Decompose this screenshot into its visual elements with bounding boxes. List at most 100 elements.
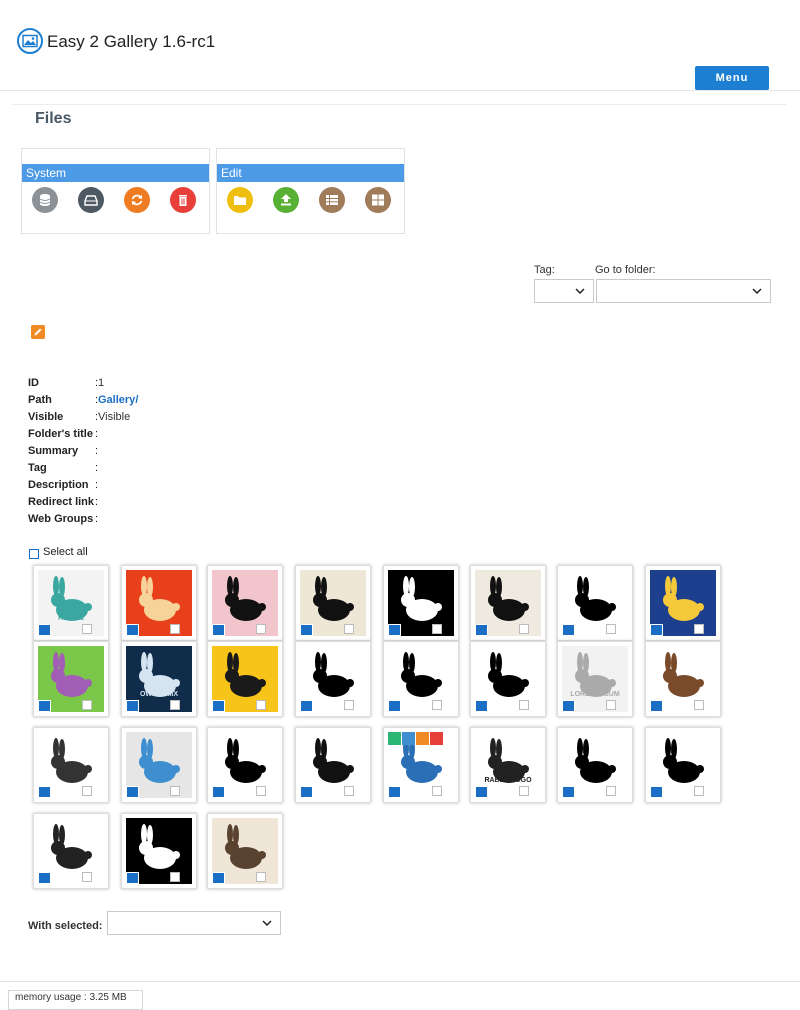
thumbnail-checkbox[interactable] (82, 786, 92, 796)
thumbnail-checkbox[interactable] (256, 872, 266, 882)
thumbnail-item[interactable] (470, 565, 546, 641)
thumbnail-item[interactable] (121, 727, 197, 803)
thumbnail-checkbox[interactable] (344, 700, 354, 710)
delete-icon[interactable] (430, 732, 443, 745)
thumbnail-item[interactable] (207, 813, 283, 889)
edit-panel: Edit (216, 148, 405, 234)
image-type-icon (126, 624, 139, 636)
thumbnail-checkbox[interactable] (694, 700, 704, 710)
thumbnail-checkbox[interactable] (519, 786, 529, 796)
thumbnail-item[interactable] (121, 565, 197, 641)
thumbnail-checkbox[interactable] (432, 700, 442, 710)
thumbnail-item[interactable] (645, 727, 721, 803)
thumbnail-checkbox[interactable] (256, 624, 266, 634)
thumbnail-checkbox[interactable] (256, 700, 266, 710)
thumbnail-item[interactable] (470, 641, 546, 717)
thumbnail-item[interactable] (645, 641, 721, 717)
thumbnail-checkbox[interactable] (519, 700, 529, 710)
info-separator: : (95, 445, 99, 457)
thumbnail-checkbox[interactable] (694, 624, 704, 634)
image-type-icon (212, 872, 225, 884)
page-title: Files (35, 110, 72, 127)
thumbnail-checkbox[interactable] (170, 624, 180, 634)
thumbnail-caption: RABBITLOGO (484, 777, 532, 784)
thumbnail-item[interactable]: LOREM IPSUM (557, 641, 633, 717)
select-all-label[interactable]: Select all (43, 546, 88, 558)
system-panel-title: System (22, 164, 209, 182)
drive-button[interactable] (78, 187, 104, 213)
thumbnail-item[interactable] (207, 727, 283, 803)
thumbnail-checkbox[interactable] (344, 624, 354, 634)
thumbnail-checkbox[interactable] (519, 624, 529, 634)
grid-view-button[interactable] (365, 187, 391, 213)
thumbnail-checkbox[interactable] (82, 624, 92, 634)
thumbnail-checkbox[interactable] (170, 700, 180, 710)
thumbnail-item[interactable] (33, 813, 109, 889)
thumbnail-checkbox[interactable] (82, 700, 92, 710)
thumbnail-item[interactable] (295, 727, 371, 803)
thumbnail-item[interactable] (295, 565, 371, 641)
thumbnail-checkbox[interactable] (344, 786, 354, 796)
info-key: Path (28, 394, 52, 406)
thumbnail-checkbox[interactable] (170, 872, 180, 882)
thumbnail-item[interactable] (557, 565, 633, 641)
thumbnail-item[interactable] (33, 641, 109, 717)
image-type-icon (650, 700, 663, 712)
database-button[interactable] (32, 187, 58, 213)
thumbnail-checkbox[interactable] (606, 700, 616, 710)
thumbnail-checkbox[interactable] (432, 786, 442, 796)
refresh-button[interactable] (124, 187, 150, 213)
info-value[interactable]: Gallery/ (98, 394, 138, 406)
thumbnail-checkbox[interactable] (170, 786, 180, 796)
system-panel: System (21, 148, 210, 234)
thumbnail-checkbox[interactable] (82, 872, 92, 882)
image-type-icon (650, 624, 663, 636)
list-view-button[interactable] (319, 187, 345, 213)
tag-select[interactable] (534, 279, 594, 303)
list-icon (326, 195, 338, 205)
info-separator: : (95, 479, 99, 491)
thumbnail-item[interactable] (295, 641, 371, 717)
thumbnail-item[interactable] (207, 565, 283, 641)
folder-select[interactable] (596, 279, 771, 303)
trash-button[interactable] (170, 187, 196, 213)
image-type-icon (300, 700, 313, 712)
thumbnail-item[interactable] (383, 565, 459, 641)
header-divider (12, 104, 786, 105)
image-type-icon (475, 786, 488, 798)
thumbnail-checkbox[interactable] (432, 624, 442, 634)
thumbnail-item[interactable]: OWNIE MIX (121, 641, 197, 717)
upload-button[interactable] (273, 187, 299, 213)
view-icon[interactable] (388, 732, 401, 745)
refresh-icon (131, 194, 143, 206)
thumbnail-item[interactable] (121, 813, 197, 889)
thumbnail-checkbox[interactable] (256, 786, 266, 796)
edit-icon[interactable] (416, 732, 429, 745)
thumbnail-item[interactable] (645, 565, 721, 641)
thumbnail-checkbox[interactable] (694, 786, 704, 796)
thumbnail-item[interactable] (207, 641, 283, 717)
thumbnail-item[interactable]: Rabbits (33, 565, 109, 641)
thumbnail-checkbox[interactable] (606, 786, 616, 796)
new-folder-button[interactable] (227, 187, 253, 213)
thumbnail-item[interactable] (383, 641, 459, 717)
thumbnail-item[interactable] (383, 727, 459, 803)
folder-icon (234, 196, 246, 205)
comment-icon[interactable] (402, 732, 415, 745)
select-all-checkbox[interactable] (29, 549, 39, 559)
path-suffix: / (135, 394, 139, 406)
with-selected-select[interactable] (107, 911, 281, 935)
image-type-icon (388, 700, 401, 712)
path-link[interactable]: Gallery (98, 394, 135, 406)
trash-icon (179, 195, 187, 206)
edit-folder-button[interactable] (31, 325, 45, 339)
info-key: Web Groups (28, 513, 94, 525)
upload-icon (281, 194, 291, 206)
thumbnail-checkbox[interactable] (606, 624, 616, 634)
thumbnail-item[interactable]: RABBITLOGO (470, 727, 546, 803)
thumbnail-item[interactable] (33, 727, 109, 803)
image-type-icon (126, 872, 139, 884)
info-key: ID (28, 377, 39, 389)
thumbnail-item[interactable] (557, 727, 633, 803)
menu-button[interactable]: Menu (695, 66, 769, 90)
